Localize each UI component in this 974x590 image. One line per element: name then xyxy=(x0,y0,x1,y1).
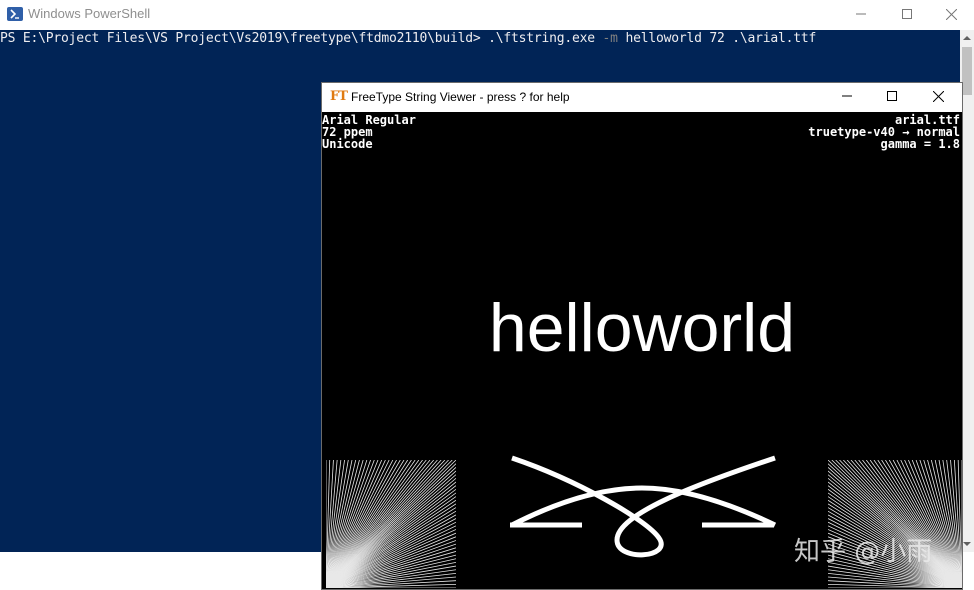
freetype-logo-icon: FT xyxy=(330,89,348,104)
powershell-icon xyxy=(7,7,23,21)
rendered-sample-text: helloworld xyxy=(488,290,796,366)
viewer-minimize-button[interactable] xyxy=(825,83,871,112)
sunburst-left xyxy=(326,460,456,588)
powershell-close-button[interactable] xyxy=(928,0,974,30)
viewer-close-button[interactable] xyxy=(916,83,962,112)
sunburst-right xyxy=(828,460,962,588)
curve-decoration xyxy=(510,455,777,558)
viewer-title: FreeType String Viewer - press ? for hel… xyxy=(351,90,570,104)
powershell-titlebar[interactable]: Windows PowerShell xyxy=(0,0,974,30)
powershell-maximize-button[interactable] xyxy=(884,0,930,30)
maximize-icon xyxy=(902,9,912,19)
console-args: helloworld 72 .\arial.ttf xyxy=(625,31,817,46)
console-command: .\ftstring.exe xyxy=(488,31,595,46)
minimize-icon xyxy=(856,13,866,15)
maximize-icon xyxy=(887,91,897,101)
font-encoding: Unicode xyxy=(322,137,373,151)
powershell-minimize-button[interactable] xyxy=(838,0,884,30)
minimize-icon xyxy=(842,95,852,97)
console-command-line: PS E:\Project Files\VS Project\Vs2019\fr… xyxy=(0,31,816,46)
font-info-right: arial.ttf truetype-v40 → normal gamma = 1.… xyxy=(808,114,960,150)
gamma-value: gamma = 1.8 xyxy=(880,137,960,151)
viewer-titlebar[interactable]: FT FreeType String Viewer - press ? for … xyxy=(322,83,962,112)
console-prompt: PS E:\Project Files\VS Project\Vs2019\fr… xyxy=(0,31,489,46)
scroll-up-button[interactable] xyxy=(960,30,974,46)
watermark: 知乎 @小雨 xyxy=(794,537,933,567)
font-info-left: Arial Regular 72 ppem Unicode xyxy=(322,114,416,150)
close-icon xyxy=(946,9,957,20)
console-flag: -m xyxy=(602,31,618,46)
freetype-viewer-window[interactable]: FT FreeType String Viewer - press ? for … xyxy=(321,82,963,590)
close-icon xyxy=(933,91,944,102)
powershell-title: Windows PowerShell xyxy=(28,6,151,21)
viewer-canvas[interactable]: Arial Regular 72 ppem Unicode arial.ttf tru… xyxy=(322,112,962,589)
scrollbar-thumb[interactable] xyxy=(962,47,972,95)
scroll-up-icon xyxy=(963,36,971,40)
viewer-maximize-button[interactable] xyxy=(870,83,916,112)
